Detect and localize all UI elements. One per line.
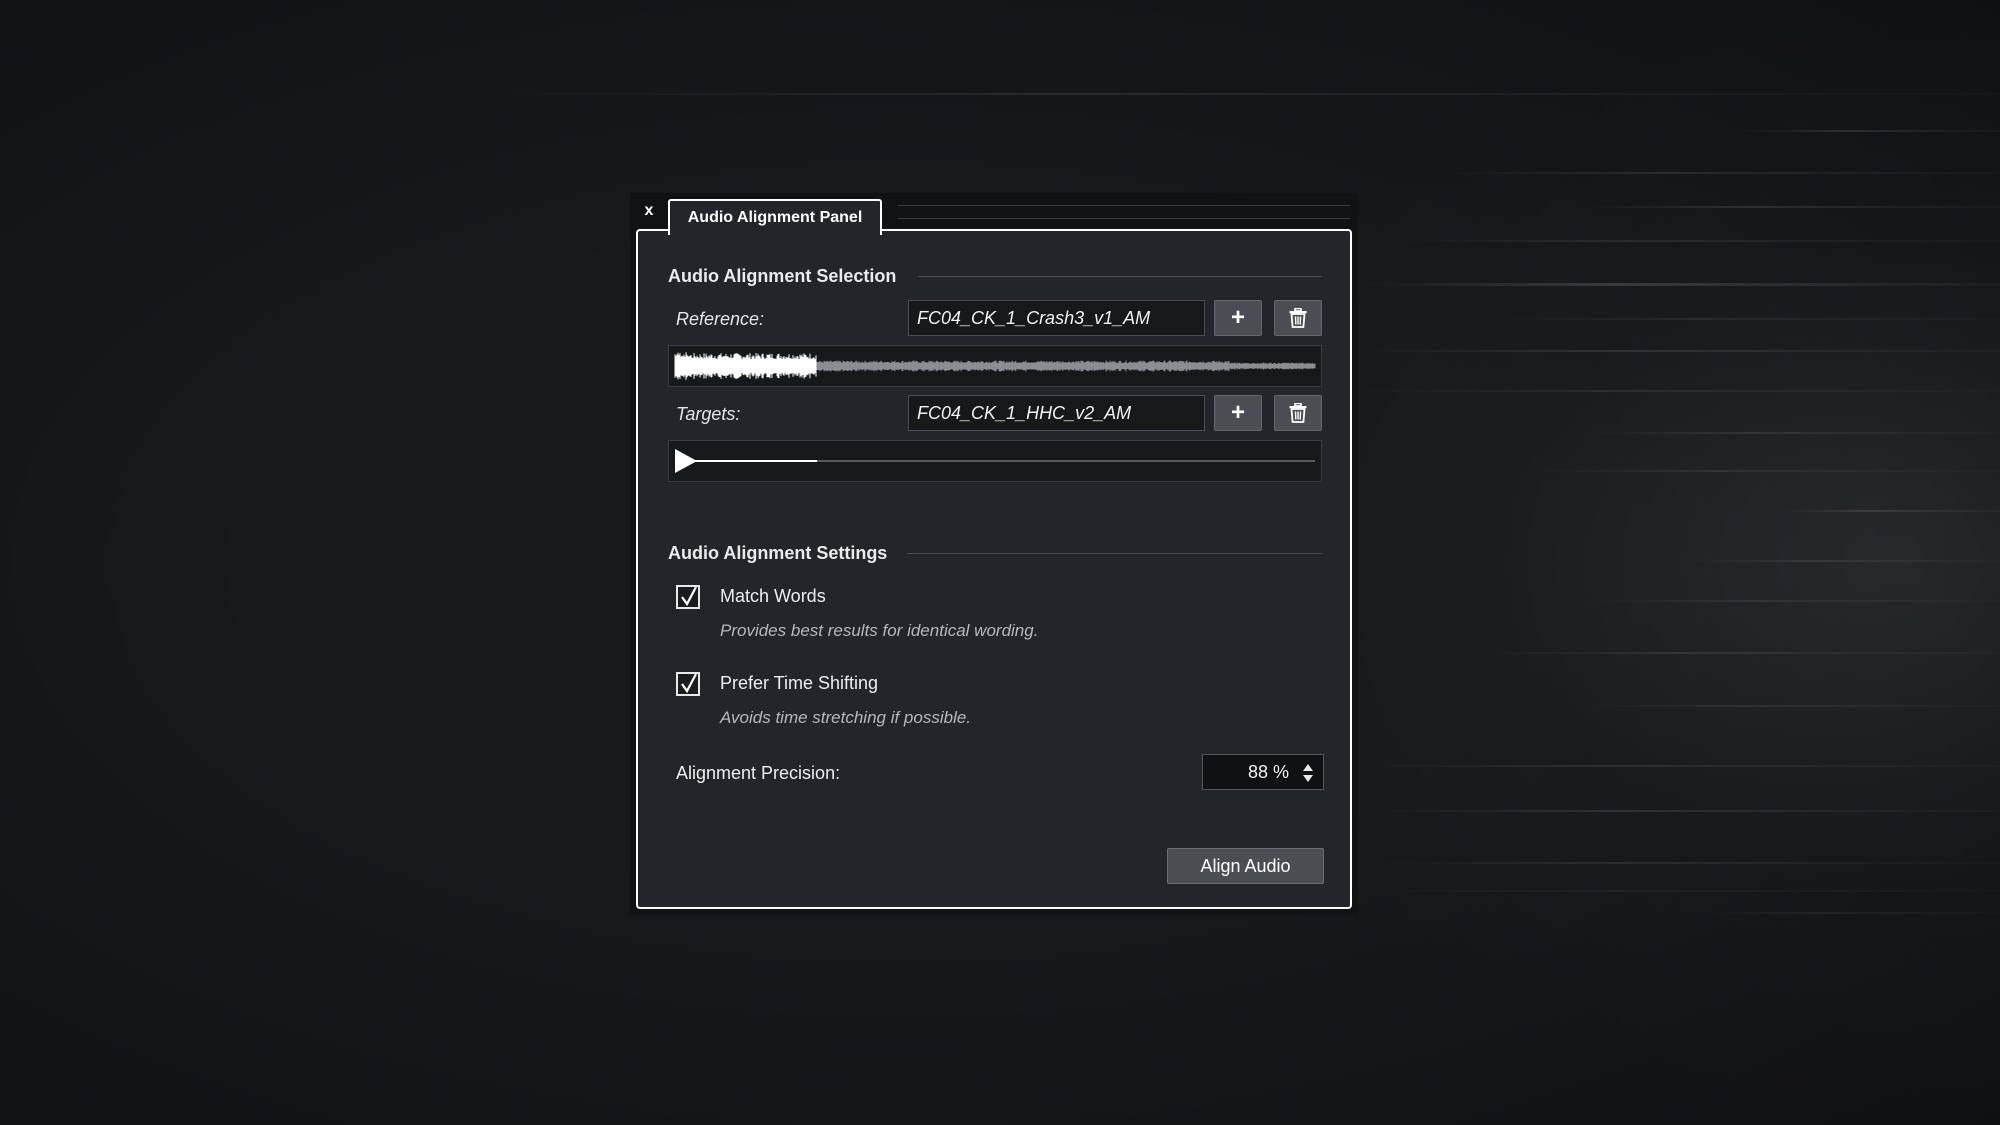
alignment-precision-value: 88 % (1247, 761, 1289, 782)
align-audio-button[interactable]: Align Audio (1167, 848, 1324, 884)
match-words-label: Match Words (720, 586, 826, 606)
prefer-time-shifting-label: Prefer Time Shifting (720, 673, 879, 693)
settings-section-rule (907, 553, 1322, 554)
targets-label: Targets: (676, 404, 741, 424)
tab-audio-alignment-panel[interactable]: Audio Alignment Panel (668, 199, 882, 235)
audio-alignment-window: x Audio Alignment Panel Audio Alignment … (630, 193, 1358, 915)
targets-waveform-graphic (675, 449, 1315, 473)
alignment-precision-spinbox[interactable]: 88 % (1202, 754, 1324, 790)
delete-reference-button[interactable] (1274, 300, 1322, 336)
match-words-description: Provides best results for identical word… (720, 621, 1039, 640)
add-target-button[interactable]: + (1214, 395, 1262, 431)
selection-section-title: Audio Alignment Selection (668, 265, 897, 286)
settings-section-title: Audio Alignment Settings (668, 542, 888, 563)
waveform-tail (816, 360, 1316, 372)
trash-icon (1289, 308, 1307, 328)
reference-waveform[interactable] (668, 345, 1322, 387)
checkmark-icon (681, 586, 697, 607)
close-button[interactable]: x (638, 199, 660, 223)
prefer-time-shifting-checkbox[interactable] (676, 672, 700, 696)
targets-waveform[interactable] (668, 440, 1322, 482)
match-words-checkbox[interactable] (676, 585, 700, 609)
waveform-selected-region (674, 352, 817, 380)
selection-section-rule (918, 276, 1322, 277)
plus-icon: + (1230, 304, 1245, 331)
checkmark-icon (681, 673, 697, 694)
stepper-arrows-icon[interactable] (1301, 761, 1315, 785)
targets-file-field[interactable]: FC04_CK_1_HHC_v2_AM (908, 395, 1205, 431)
audio-alignment-panel: Audio Alignment Selection Reference: FC0… (636, 229, 1352, 909)
add-reference-button[interactable]: + (1214, 300, 1262, 336)
plus-icon: + (1230, 399, 1245, 426)
delete-target-button[interactable] (1274, 395, 1322, 431)
tab-bar-rule (898, 205, 1350, 219)
prefer-time-shifting-description: Avoids time stretching if possible. (720, 708, 972, 727)
alignment-precision-label: Alignment Precision: (676, 763, 841, 783)
reference-waveform-graphic (674, 352, 1316, 380)
reference-file-field[interactable]: FC04_CK_1_Crash3_v1_AM (908, 300, 1205, 336)
reference-label: Reference: (676, 309, 765, 329)
trash-icon (1289, 403, 1307, 423)
